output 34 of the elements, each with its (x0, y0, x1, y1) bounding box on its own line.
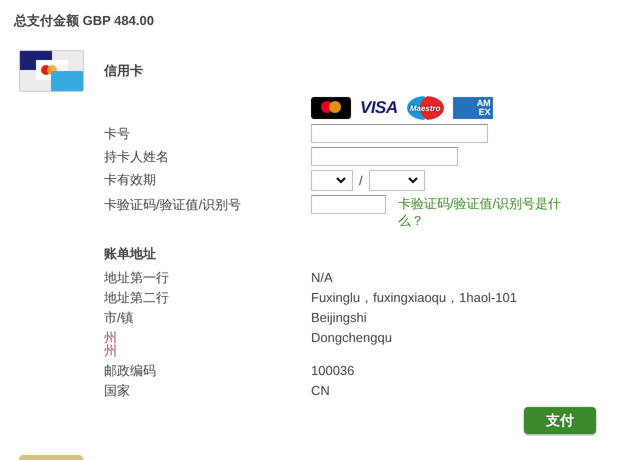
address-label: 州 (104, 331, 118, 344)
address-value: Dongchengqu (311, 329, 393, 347)
address-value: CN (311, 382, 331, 400)
text-field[interactable] (311, 147, 458, 166)
separator: / (359, 173, 363, 188)
method-title: 信用卡 (104, 62, 143, 80)
address-label: 州 (104, 344, 118, 357)
field-label: 持卡人姓名 (104, 148, 170, 166)
visa-logo: VISA (360, 98, 398, 118)
address-label: 地址第一行 (104, 271, 170, 284)
billing-title: 账单地址 (103, 245, 157, 263)
address-label: 市/镇 (104, 311, 135, 324)
chevron-down-icon (336, 177, 346, 184)
address-value: N/A (311, 269, 334, 287)
address-value: 100036 (311, 362, 356, 380)
mastercard-logo-icon (311, 97, 351, 119)
address-label: 邮政编码 (104, 364, 157, 377)
address-value: Fuxinglu，fuxingxiaoqu，1haol-101 (311, 289, 518, 307)
address-value: Beijingshi (311, 309, 368, 327)
address-label: 国家 (104, 384, 131, 397)
field-label: 卡号 (104, 125, 131, 143)
text-field[interactable] (311, 124, 488, 143)
amex-logo: AM EX (452, 97, 493, 119)
month-select[interactable] (311, 170, 353, 191)
pay-button[interactable]: 支付 (524, 407, 596, 434)
chevron-down-icon (408, 177, 418, 184)
cvv-field[interactable] (311, 195, 386, 214)
address-label: 地址第二行 (104, 291, 170, 304)
field-label: 卡有效期 (104, 171, 157, 189)
total-amount: 总支付金额 GBP 484.00 (14, 12, 155, 30)
year-select[interactable] (368, 170, 425, 191)
field-label: 卡验证码/验证值/识别号 (104, 196, 242, 214)
credit-cards-icon (19, 50, 84, 92)
cvv-help-link[interactable]: 卡验证码/验证值/识别号是什么？ (398, 195, 568, 229)
